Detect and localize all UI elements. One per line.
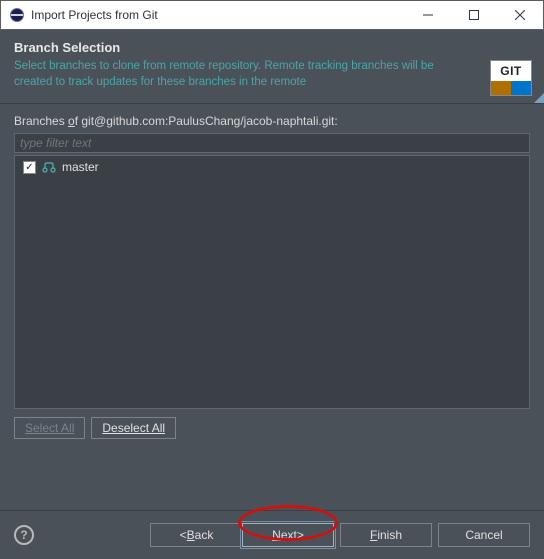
cancel-button[interactable]: Cancel [438,523,530,547]
wizard-description: Select branches to clone from remote rep… [14,59,454,90]
maximize-button[interactable] [451,1,497,29]
back-button[interactable]: < Back [150,523,242,547]
corner-fold-icon [534,93,544,103]
select-all-button[interactable]: Select All [14,417,85,439]
window-controls [405,1,543,29]
branch-checkbox[interactable]: ✓ [23,161,36,174]
filter-input[interactable] [14,133,530,153]
branches-label: Branches of git@github.com:PaulusChang/j… [14,114,530,128]
minimize-button[interactable] [405,1,451,29]
wizard-footer: ? < Back Next > Finish Cancel [0,510,544,559]
help-button[interactable]: ? [14,525,34,545]
branch-row[interactable]: ✓ master [15,156,529,178]
branch-list[interactable]: ✓ master [14,155,530,409]
close-button[interactable] [497,1,543,29]
wizard-header: Branch Selection Select branches to clon… [0,30,544,104]
next-button[interactable]: Next > [242,523,334,547]
app-icon [9,7,25,23]
wizard-body: Branches of git@github.com:PaulusChang/j… [0,104,544,445]
git-icon: GIT [490,60,532,96]
wizard-title: Branch Selection [14,40,530,55]
branch-name: master [62,160,99,174]
finish-button[interactable]: Finish [340,523,432,547]
titlebar: Import Projects from Git [0,0,544,30]
deselect-all-button[interactable]: Deselect All [91,417,176,439]
branch-icon [42,161,56,173]
window-title: Import Projects from Git [31,8,405,22]
